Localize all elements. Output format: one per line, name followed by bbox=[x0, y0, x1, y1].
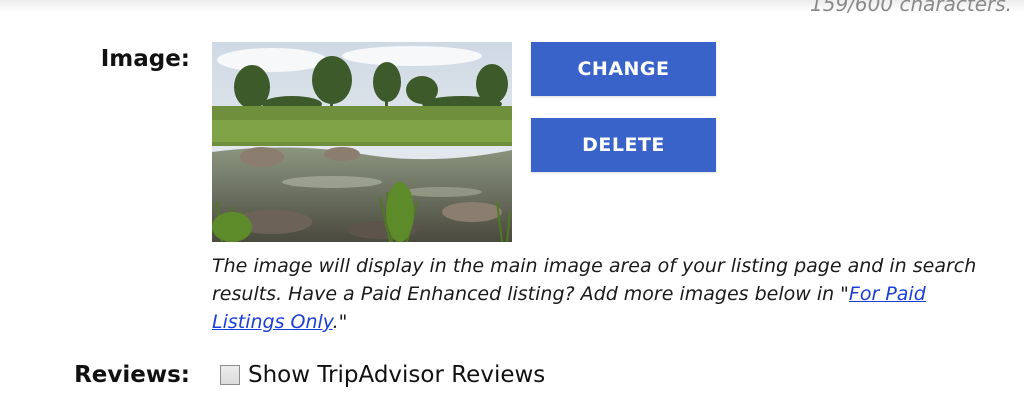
character-count: 159/600 characters. bbox=[810, 0, 1012, 16]
change-image-button[interactable]: CHANGE bbox=[531, 42, 716, 96]
image-label: Image: bbox=[100, 46, 190, 72]
landscape-photo-icon bbox=[212, 42, 512, 242]
delete-image-button[interactable]: DELETE bbox=[531, 118, 716, 172]
help-text-after: ." bbox=[332, 311, 348, 333]
image-help-text: The image will display in the main image… bbox=[212, 252, 1002, 336]
reviews-label: Reviews: bbox=[74, 362, 190, 388]
show-reviews-checkbox[interactable] bbox=[220, 365, 240, 385]
reviews-checkbox-row[interactable]: Show TripAdvisor Reviews bbox=[220, 362, 545, 388]
show-reviews-label[interactable]: Show TripAdvisor Reviews bbox=[248, 362, 545, 388]
image-thumbnail bbox=[212, 42, 512, 242]
